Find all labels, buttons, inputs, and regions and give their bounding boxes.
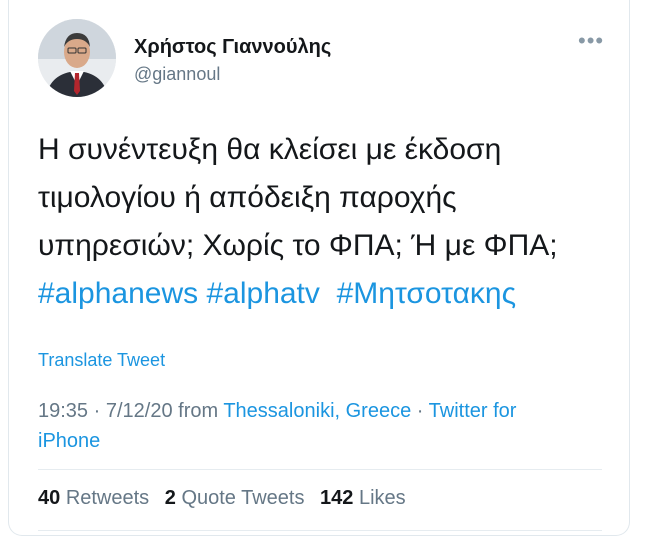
location-link[interactable]: Thessaloniki, Greece [223,400,411,422]
retweets-stat[interactable]: 40 Retweets [38,487,149,509]
likes-stat[interactable]: 142 Likes [320,487,406,509]
tweet-line: τιμολογίου ή απόδειξη παροχής [38,181,457,214]
tweet-meta: 19:35 · 7/12/20 from Thessaloniki, Greec… [38,400,517,452]
tweet-date[interactable]: 7/12/20 [106,400,173,422]
hashtag-link[interactable]: #alphanews [38,277,198,310]
quote-tweets-stat[interactable]: 2 Quote Tweets [165,487,305,509]
hashtag-line: #alphanews #alphatv #Μητσοτακης [38,270,610,318]
engagement-stats: 40 Retweets 2 Quote Tweets 142 Likes [38,487,416,510]
more-options-icon[interactable]: ••• [578,30,604,52]
from-label: from [178,400,219,422]
source-suffix: iPhone [38,430,101,452]
likes-label: Likes [358,487,406,509]
hashtag-link[interactable]: #alphatv [206,277,319,310]
translate-tweet-link[interactable]: Translate Tweet [38,350,165,371]
tweet-line: υπηρεσιών; Χωρίς το ΦΠΑ; Ή με ΦΠΑ; [38,229,558,262]
divider [38,469,602,470]
retweets-count: 40 [38,487,61,509]
tweet-time[interactable]: 19:35 [38,400,88,422]
hashtag-link[interactable]: #Μητσοτακης [337,277,516,310]
quotes-label: Quote Tweets [181,487,305,509]
avatar[interactable] [38,19,116,97]
divider [38,530,602,531]
profile-photo [38,19,116,97]
tweet-text: Η συνέντευξη θα κλείσει με έκδοση τιμολο… [38,126,610,318]
likes-count: 142 [320,487,354,509]
source-prefix: Twitter for [428,400,517,422]
quotes-count: 2 [164,487,176,509]
author-name[interactable]: Χρήστος Γιαννούλης [134,36,331,59]
retweets-label: Retweets [65,487,150,509]
author-handle[interactable]: @giannoul [134,64,220,85]
tweet-line: Η συνέντευξη θα κλείσει με έκδοση [38,133,502,166]
